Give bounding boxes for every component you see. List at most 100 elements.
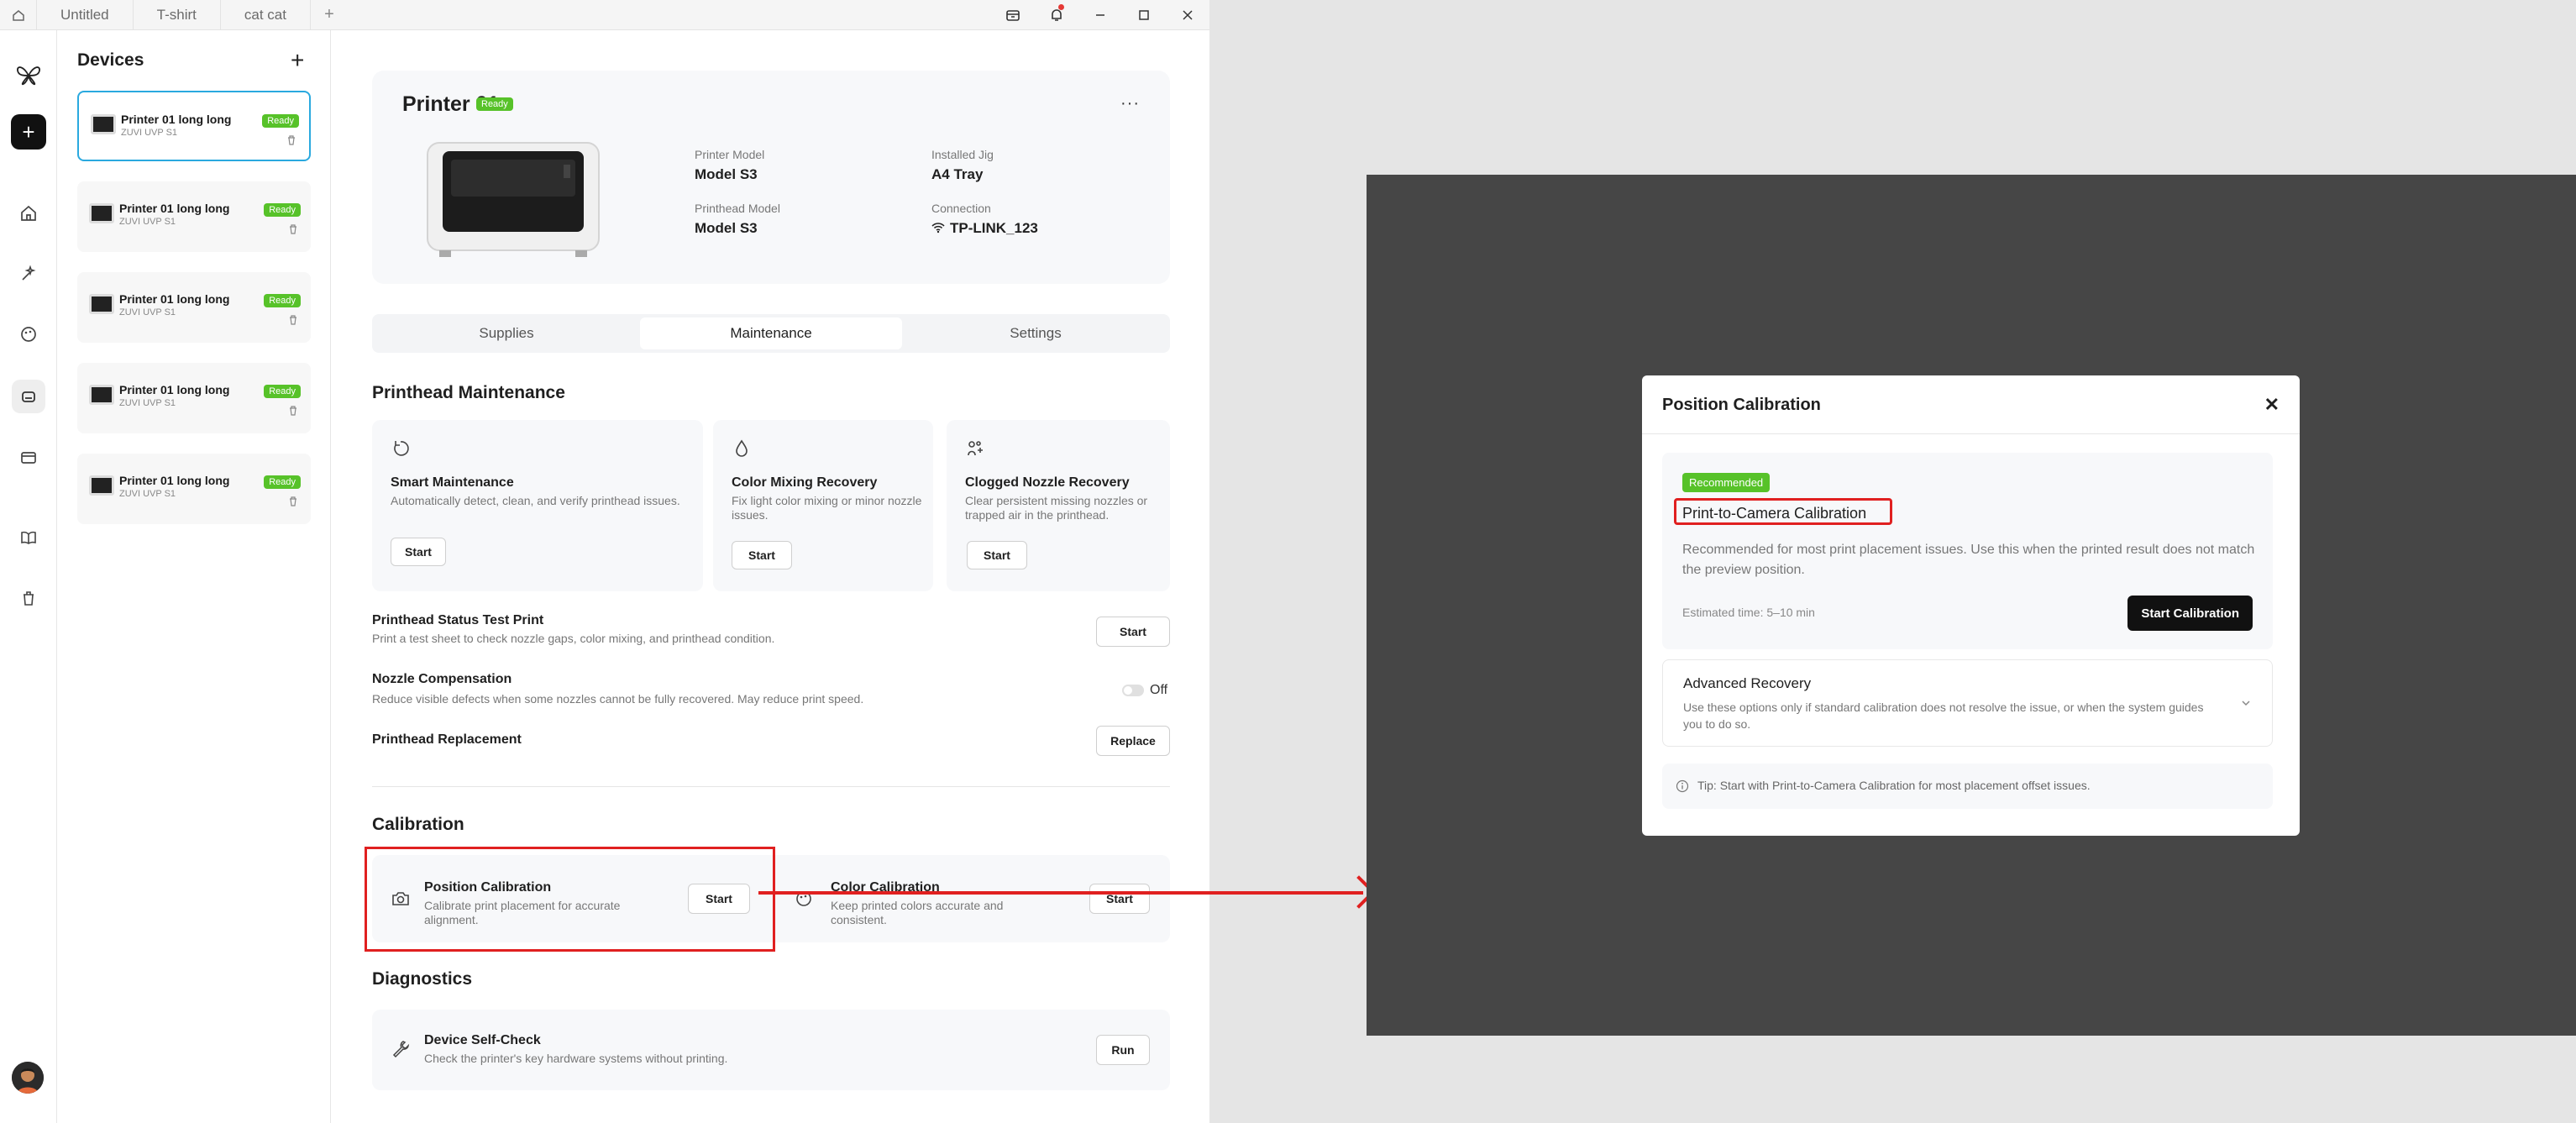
- app-logo: [12, 59, 45, 92]
- self-check-title: Device Self-Check: [424, 1033, 541, 1047]
- minimize-icon: [1096, 14, 1104, 16]
- device-card[interactable]: Printer 01 long long ZUVI UVP S1 Ready: [77, 363, 311, 433]
- trash-icon[interactable]: [287, 223, 299, 235]
- card-description: Automatically detect, clean, and verify …: [391, 494, 680, 507]
- highlight-annotation: [365, 847, 775, 952]
- tab-settings[interactable]: Settings: [905, 317, 1167, 349]
- recommended-badge: Recommended: [1682, 473, 1771, 492]
- spec-label: Printer Model: [695, 148, 765, 161]
- window-controls: [991, 0, 1209, 30]
- butterfly-logo-icon: [17, 66, 40, 86]
- nav-materials[interactable]: [12, 440, 45, 474]
- home-tab-button[interactable]: [0, 0, 37, 30]
- smart-maintenance-start-button[interactable]: Start: [391, 538, 446, 566]
- minimize-button[interactable]: [1078, 0, 1122, 30]
- device-name: Printer 01 long long: [121, 113, 232, 126]
- tab-untitled[interactable]: Untitled: [37, 0, 134, 30]
- device-name: Printer 01 long long: [119, 474, 230, 487]
- device-name: Printer 01 long long: [119, 292, 230, 306]
- spec-value: TP-LINK_123: [950, 220, 1038, 236]
- printer-thumbnail: [91, 114, 116, 134]
- home-icon: [21, 205, 36, 221]
- toggle-state-label: Off: [1150, 683, 1168, 697]
- notification-dot: [1058, 4, 1064, 10]
- wrench-icon: [392, 1041, 410, 1058]
- close-dialog-button[interactable]: ✕: [2264, 394, 2280, 416]
- user-avatar[interactable]: [12, 1062, 44, 1094]
- plus-icon: +: [22, 118, 35, 144]
- trash-icon[interactable]: [287, 405, 299, 417]
- tab-cat-cat[interactable]: cat cat: [221, 0, 311, 30]
- close-window-button[interactable]: [1166, 0, 1209, 30]
- nozzle-icon: [968, 441, 983, 456]
- advanced-title: Advanced Recovery: [1683, 675, 1812, 691]
- nozzle-comp-toggle[interactable]: [1122, 685, 1144, 696]
- cloud-box-button[interactable]: [991, 0, 1035, 30]
- printer-thumbnail: [89, 385, 114, 405]
- device-card[interactable]: Printer 01 long long ZUVI UVP S1 Ready: [77, 272, 311, 343]
- printer-info-card: Printer 01 Ready ··· Printer Model Model…: [372, 71, 1170, 284]
- sparkle-icon: [22, 265, 36, 281]
- chevron-down-icon[interactable]: [2240, 697, 2252, 709]
- new-project-button[interactable]: +: [11, 114, 46, 150]
- wifi-icon: [931, 223, 945, 234]
- maximize-button[interactable]: [1122, 0, 1166, 30]
- status-badge: Ready: [264, 385, 301, 398]
- clogged-nozzle-start-button[interactable]: Start: [967, 541, 1027, 569]
- tip-banner: Tip: Start with Print-to-Camera Calibrat…: [1662, 764, 2273, 809]
- estimated-time: Estimated time: 5–10 min: [1682, 606, 1815, 619]
- avatar-icon: [12, 1062, 44, 1094]
- nozzle-comp-desc: Reduce visible defects when some nozzles…: [372, 692, 864, 706]
- tab-supplies[interactable]: Supplies: [375, 317, 637, 349]
- card-description: Fix light color mixing or minor nozzle i…: [732, 494, 922, 522]
- option-title: Print-to-Camera Calibration: [1682, 505, 1867, 522]
- trash-icon[interactable]: [287, 314, 299, 326]
- tab-t-shirt[interactable]: T-shirt: [134, 0, 221, 30]
- test-print-start-button[interactable]: Start: [1096, 617, 1170, 647]
- devices-title: Devices: [77, 50, 144, 70]
- advanced-description: Use these options only if standard calib…: [1683, 701, 2204, 731]
- test-print-desc: Print a test sheet to check nozzle gaps,…: [372, 632, 775, 645]
- color-calibration-start-button[interactable]: Start: [1089, 884, 1150, 914]
- spec-label: Installed Jig: [931, 148, 994, 161]
- device-card[interactable]: Printer 01 long long ZUVI UVP S1 Ready: [77, 181, 311, 252]
- nav-home[interactable]: [12, 197, 45, 230]
- smart-maintenance-card: Smart Maintenance Automatically detect, …: [372, 420, 703, 591]
- nav-palette[interactable]: [12, 317, 45, 351]
- device-name: Printer 01 long long: [119, 202, 230, 215]
- drop-icon: [736, 439, 748, 457]
- box-icon: [21, 452, 36, 464]
- section-title: Diagnostics: [372, 969, 473, 989]
- divider: [372, 786, 1170, 787]
- add-device-button[interactable]: +: [291, 49, 304, 72]
- book-icon: [21, 531, 36, 544]
- trash-icon[interactable]: [287, 496, 299, 507]
- trash-icon[interactable]: [286, 134, 297, 146]
- nav-trash[interactable]: [12, 581, 45, 615]
- nav-ai-tools[interactable]: [12, 257, 45, 291]
- more-options-button[interactable]: ···: [1120, 94, 1140, 113]
- status-badge: Ready: [476, 97, 513, 111]
- nav-devices[interactable]: [12, 380, 45, 413]
- notifications-button[interactable]: [1035, 0, 1078, 30]
- trash-icon: [24, 591, 34, 606]
- device-card[interactable]: Printer 01 long long ZUVI UVP S1 Ready: [77, 454, 311, 524]
- device-name: Printer 01 long long: [119, 383, 230, 396]
- start-calibration-button[interactable]: Start Calibration: [2127, 596, 2253, 631]
- replace-button[interactable]: Replace: [1096, 726, 1170, 756]
- tab-maintenance[interactable]: Maintenance: [640, 317, 902, 349]
- device-card[interactable]: Printer 01 long long ZUVI UVP S1 Ready: [77, 91, 311, 161]
- maximize-icon: [1139, 10, 1149, 20]
- advanced-recovery-section[interactable]: Advanced Recovery Use these options only…: [1662, 659, 2273, 747]
- app-window: Untitled T-shirt cat cat + + Devices + P…: [0, 0, 1209, 1123]
- devices-panel: Devices + Printer 01 long long ZUVI UVP …: [57, 30, 331, 1123]
- color-mixing-start-button[interactable]: Start: [732, 541, 792, 569]
- nav-guide[interactable]: [12, 521, 45, 554]
- section-title: Calibration: [372, 815, 464, 834]
- self-check-run-button[interactable]: Run: [1096, 1035, 1150, 1065]
- divider: [1642, 433, 2300, 434]
- add-tab-button[interactable]: +: [311, 0, 348, 30]
- self-check-card: Device Self-Check Check the printer's ke…: [372, 1010, 1170, 1090]
- home-icon: [12, 9, 24, 21]
- left-rail: +: [0, 30, 57, 1123]
